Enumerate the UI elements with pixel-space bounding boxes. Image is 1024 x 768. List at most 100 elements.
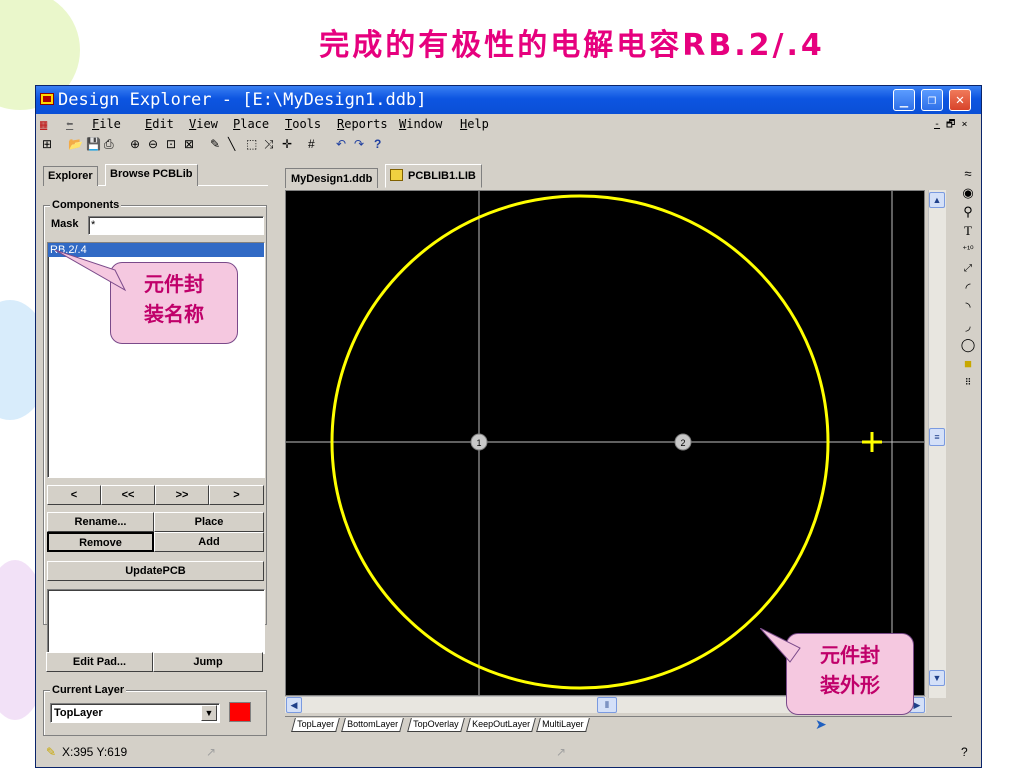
place-button[interactable]: Place [154, 512, 264, 532]
scroll-down-button[interactable]: ▼ [929, 670, 945, 686]
pad-2-label: 2 [680, 438, 685, 448]
nav-first-button[interactable]: < [47, 485, 101, 505]
arc-any-angle-icon[interactable]: ◞ [954, 316, 982, 335]
deselect-icon[interactable]: ⤨ [264, 134, 274, 154]
mask-label: Mask [51, 218, 79, 230]
close-button[interactable]: ✕ [949, 89, 971, 111]
panel-tabs: Explorer Browse PCBLib [43, 164, 268, 186]
menu-edit[interactable]: Edit [145, 115, 174, 134]
vertical-scrollbar[interactable]: ▲ ≡ ▼ [928, 190, 946, 698]
line-tool-icon[interactable]: ╲ [228, 134, 235, 154]
menu-place[interactable]: Place [233, 115, 269, 134]
arc-center-icon[interactable]: ◜ [954, 278, 982, 297]
tree-toggle-icon[interactable]: ⊞ [42, 134, 52, 154]
menu-file[interactable]: File [92, 115, 121, 134]
save-icon[interactable]: 💾 [86, 134, 101, 154]
nav-next-page-button[interactable]: >> [155, 485, 209, 505]
app-menu-icon[interactable]: ▦ [40, 115, 47, 134]
pad-list[interactable] [47, 589, 265, 654]
layer-select-value: TopLayer [54, 707, 103, 719]
layer-tab-keepoutlayer[interactable]: KeepOutLayer [466, 718, 536, 732]
slide-title: 完成的有极性的电解电容RB.2/.4 [319, 28, 825, 63]
update-pcb-button[interactable]: UpdatePCB [47, 561, 264, 581]
callout-pointer [55, 250, 127, 292]
menu-view[interactable]: View [189, 115, 218, 134]
move-icon[interactable]: ✛ [282, 134, 292, 154]
tab-browse-pcblib[interactable]: Browse PCBLib [105, 164, 198, 186]
place-string-icon[interactable]: T [954, 221, 982, 240]
draw-tool-icon[interactable]: ✎ [210, 134, 220, 154]
scroll-thumb-horizontal[interactable]: ⦀ [597, 697, 617, 713]
place-via-icon[interactable]: ⚲ [954, 202, 982, 221]
redo-icon[interactable]: ↷ [354, 134, 364, 154]
title-bar[interactable]: Design Explorer - [E:\MyDesign1.ddb] _ ❐… [36, 86, 981, 114]
help-icon[interactable]: ? [374, 134, 381, 154]
status-idle-icon: ↗ [206, 745, 217, 759]
open-icon[interactable]: 📂 [68, 134, 83, 154]
scroll-left-button[interactable]: ◀ [286, 697, 302, 713]
place-pad-icon[interactable]: ◉ [954, 183, 982, 202]
zoom-in-icon[interactable]: ⊕ [130, 134, 140, 154]
maximize-button[interactable]: ❐ [921, 89, 943, 111]
back-arrow-icon[interactable]: ⬅ [66, 115, 73, 134]
jump-button[interactable]: Jump [153, 652, 263, 672]
pad-1: 1 [470, 433, 488, 451]
layer-tab-bottomlayer[interactable]: BottomLayer [341, 718, 404, 732]
place-coordinate-icon[interactable]: ⁺¹⁰ [954, 240, 982, 259]
placement-toolbar: ≈ ◉ ⚲ T ⁺¹⁰ ⤢ ◜ ◝ ◞ ◯ ■ ⠿ [954, 164, 982, 424]
zoom-out-icon[interactable]: ⊖ [148, 134, 158, 154]
nav-prev-page-button[interactable]: << [101, 485, 155, 505]
fill-icon[interactable]: ■ [954, 354, 982, 373]
current-layer-label: Current Layer [50, 684, 127, 696]
print-icon[interactable]: ⎙ [104, 134, 114, 154]
nav-last-button[interactable]: > [209, 485, 264, 505]
layer-color-swatch[interactable] [229, 702, 251, 722]
pad-2: 2 [674, 433, 692, 451]
status-help-icon[interactable]: ? [961, 736, 968, 768]
zoom-fit-icon[interactable]: ⊡ [166, 134, 176, 154]
current-layer-group: Current Layer TopLayer ▼ [43, 684, 267, 736]
add-button[interactable]: Add [154, 532, 264, 552]
cursor-crosshair [862, 432, 882, 452]
doc-tab-mydesign[interactable]: MyDesign1.ddb [285, 168, 379, 188]
menu-help[interactable]: Help [460, 115, 489, 134]
array-paste-icon[interactable]: ⠿ [954, 373, 982, 392]
callout-pointer [760, 628, 801, 663]
scroll-up-button[interactable]: ▲ [929, 192, 945, 208]
edit-pad-button[interactable]: Edit Pad... [46, 652, 153, 672]
layer-tab-multilayer[interactable]: MultiLayer [536, 718, 590, 732]
rename-button[interactable]: Rename... [47, 512, 154, 532]
pcb-canvas[interactable]: 1 2 [285, 190, 925, 696]
mdi-controls[interactable]: - 🗗 × [934, 115, 967, 134]
status-coordinates: X:395 Y:619 [62, 745, 128, 759]
toolbar-grip-icon: ≈ [964, 166, 972, 181]
minimize-button[interactable]: _ [893, 89, 915, 111]
layer-select[interactable]: TopLayer ▼ [50, 703, 220, 723]
layer-tab-topoverlay[interactable]: TopOverlay [407, 718, 465, 732]
grid-icon[interactable]: # [308, 134, 315, 154]
chevron-down-icon[interactable]: ▼ [201, 705, 217, 721]
remove-button[interactable]: Remove [47, 532, 154, 552]
layer-tab-toplayer[interactable]: TopLayer [291, 718, 340, 732]
menu-tools[interactable]: Tools [285, 115, 321, 134]
mouse-cursor-icon: ➤ [815, 716, 827, 732]
scroll-thumb-vertical[interactable]: ≡ [929, 428, 945, 446]
status-idle-icon: ↗ [556, 745, 567, 759]
zoom-area-icon[interactable]: ⊠ [184, 134, 194, 154]
doc-tab-pcblib[interactable]: PCBLIB1.LIB [385, 164, 482, 188]
place-dimension-icon[interactable]: ⤢ [954, 259, 982, 278]
mask-value: * [91, 219, 96, 231]
status-bar: ✎ X:395 Y:619 ↗ ↗ ? [36, 736, 981, 768]
layer-tab-multilayer-label: MultiLayer [542, 719, 584, 729]
select-icon[interactable]: ⬚ [246, 134, 257, 154]
full-circle-icon[interactable]: ◯ [954, 335, 982, 354]
layer-tab-topoverlay-label: TopOverlay [413, 719, 459, 729]
app-icon [40, 93, 54, 105]
mask-input[interactable]: * [88, 216, 264, 235]
arc-edge-icon[interactable]: ◝ [954, 297, 982, 316]
window-title: Design Explorer - [E:\MyDesign1.ddb] [58, 90, 427, 110]
menu-window[interactable]: Window [399, 115, 442, 134]
undo-icon[interactable]: ↶ [336, 134, 346, 154]
menu-reports[interactable]: Reports [337, 115, 388, 134]
tab-explorer[interactable]: Explorer [43, 166, 98, 186]
